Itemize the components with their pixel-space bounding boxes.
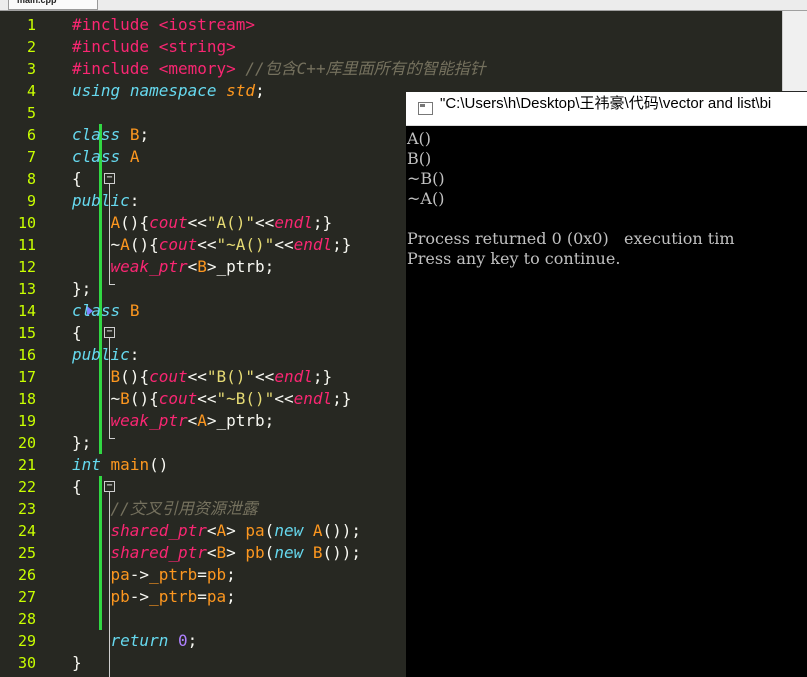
- code-text: #include <iostream>: [72, 15, 256, 34]
- line-number: 12: [17, 258, 36, 276]
- line-number: 10: [17, 214, 36, 232]
- code-text: };: [72, 433, 92, 452]
- code-text: {: [72, 323, 82, 342]
- vertical-scrollbar[interactable]: [782, 11, 807, 91]
- line-number: 16: [17, 346, 36, 364]
- code-text: shared_ptr<B> pb(new B());: [110, 543, 362, 562]
- code-text: int main(): [72, 455, 169, 474]
- line-number: 8: [26, 170, 36, 188]
- code-text: #include <memory> //包含C++库里面所有的智能指针: [72, 59, 486, 78]
- console-window-icon: [418, 102, 433, 115]
- line-number: 5: [26, 104, 36, 122]
- code-text: class A: [72, 147, 140, 166]
- console-window[interactable]: "C:\Users\h\Desktop\王祎豪\代码\vector and li…: [406, 92, 807, 677]
- code-text: A(){cout<<"A()"<<endl;}: [110, 213, 333, 232]
- code-text: };: [72, 279, 92, 298]
- line-number: 25: [17, 544, 36, 562]
- line-number: 30: [17, 654, 36, 672]
- code-text: class B;: [72, 125, 150, 144]
- line-number: 1: [26, 16, 36, 34]
- line-number: 15: [17, 324, 36, 342]
- code-text: weak_ptr<B>_ptrb;: [110, 257, 275, 276]
- line-number: 23: [17, 500, 36, 518]
- code-text: B(){cout<<"B()"<<endl;}: [110, 367, 333, 386]
- code-text: //交叉引用资源泄露: [110, 499, 258, 518]
- code-text: {: [72, 169, 82, 188]
- line-number: 9: [26, 192, 36, 210]
- line-number: 17: [17, 368, 36, 386]
- code-text: ~A(){cout<<"~A()"<<endl;}: [72, 235, 352, 254]
- line-number: 28: [17, 610, 36, 628]
- code-text: public:: [72, 345, 140, 364]
- code-line[interactable]: 2 #include <string>: [0, 36, 782, 58]
- code-text: {: [72, 477, 82, 496]
- line-number: 14: [17, 302, 36, 320]
- line-number: 22: [17, 478, 36, 496]
- line-number: 2: [26, 38, 36, 56]
- line-number: 13: [17, 280, 36, 298]
- console-output: A() B() ~B() ~A() Process returned 0 (0x…: [407, 129, 735, 268]
- code-text: pa->_ptrb=pb;: [110, 565, 236, 584]
- tab-bar: main.cpp: [0, 0, 807, 11]
- line-number: 24: [17, 522, 36, 540]
- code-line[interactable]: 3 #include <memory> //包含C++库里面所有的智能指针: [0, 58, 782, 80]
- console-title-bar[interactable]: "C:\Users\h\Desktop\王祎豪\代码\vector and li…: [406, 92, 807, 126]
- tab-main-cpp[interactable]: main.cpp: [8, 0, 98, 10]
- console-title: "C:\Users\h\Desktop\王祎豪\代码\vector and li…: [440, 95, 772, 112]
- code-text: public:: [72, 191, 140, 210]
- line-number: 27: [17, 588, 36, 606]
- code-text: return 0;: [110, 631, 198, 650]
- line-number: 4: [26, 82, 36, 100]
- line-number: 6: [26, 126, 36, 144]
- code-text: #include <string>: [72, 37, 236, 56]
- line-number: 29: [17, 632, 36, 650]
- code-text: ~B(){cout<<"~B()"<<endl;}: [72, 389, 352, 408]
- line-number: 20: [17, 434, 36, 452]
- line-number: 3: [26, 60, 36, 78]
- code-text: }: [72, 653, 82, 672]
- code-text: using namespace std;: [72, 81, 265, 100]
- code-text: pb->_ptrb=pa;: [110, 587, 236, 606]
- code-text: shared_ptr<A> pa(new A());: [110, 521, 362, 540]
- code-text: weak_ptr<A>_ptrb;: [110, 411, 275, 430]
- line-number: 21: [17, 456, 36, 474]
- line-number: 11: [17, 236, 36, 254]
- line-number: 26: [17, 566, 36, 584]
- line-number: 18: [17, 390, 36, 408]
- line-number: 19: [17, 412, 36, 430]
- code-line[interactable]: 1 #include <iostream>: [0, 14, 782, 36]
- code-text: class B: [72, 301, 140, 320]
- line-number: 7: [26, 148, 36, 166]
